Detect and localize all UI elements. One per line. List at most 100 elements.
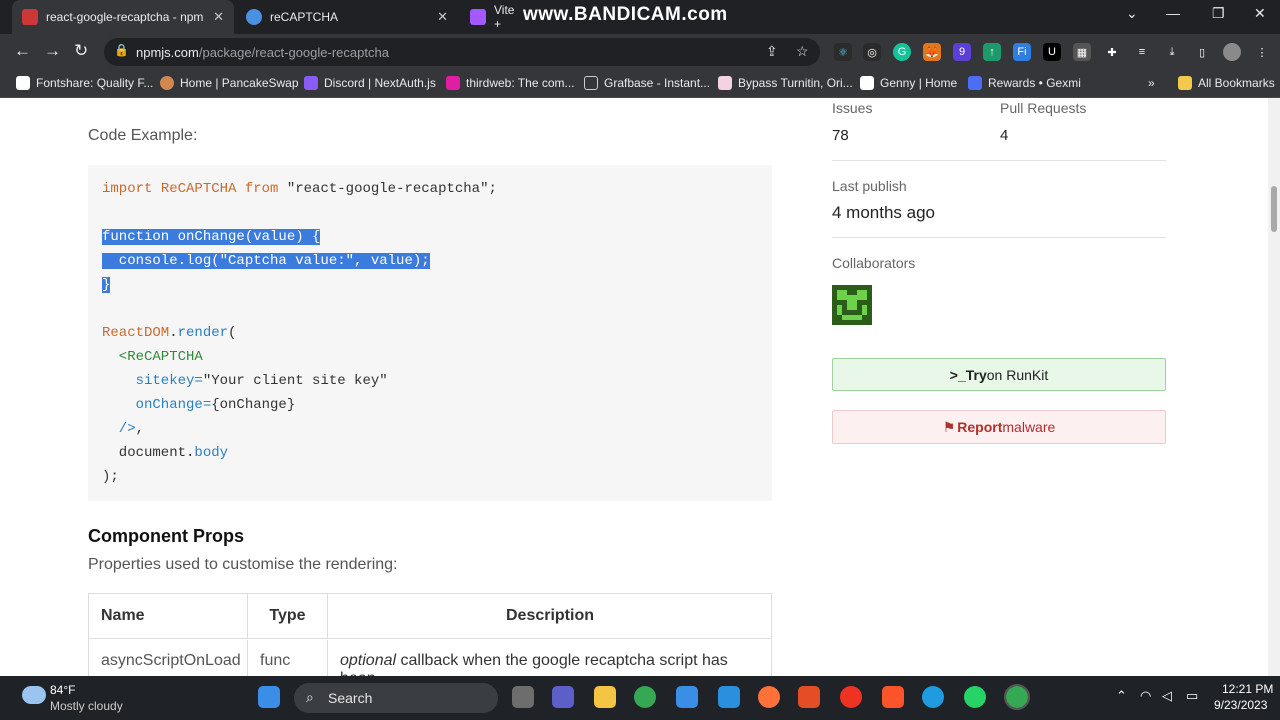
battery-icon[interactable]: ▭	[1186, 688, 1198, 704]
extension-fi-icon[interactable]: Fi	[1013, 43, 1031, 61]
address-toolbar: ← → ↻ 🔒 npmjs.com/package/react-google-r…	[0, 34, 1280, 70]
windows-start-icon[interactable]	[258, 686, 280, 708]
bookmark-gexmi[interactable]: Rewards • Gexmi	[968, 76, 1081, 90]
collaborators-label: Collaborators	[832, 255, 916, 271]
extension-grid-icon[interactable]: ▦	[1073, 43, 1091, 61]
back-icon[interactable]: ←	[14, 42, 31, 60]
tab-vite[interactable]: Vite +	[460, 0, 520, 34]
bookmark-genny[interactable]: Genny | Home	[860, 76, 957, 90]
bookmark-pancakeswap[interactable]: Home | PancakeSwap	[160, 76, 299, 90]
code-line: />,	[102, 421, 145, 437]
side-panel-icon[interactable]: ▯	[1193, 43, 1211, 61]
scrollbar-thumb[interactable]	[1271, 186, 1277, 232]
url-text: npmjs.com/package/react-google-recaptcha	[136, 45, 389, 60]
bookmark-nextauth[interactable]: Discord | NextAuth.js	[304, 76, 436, 90]
props-heading: Component Props	[88, 526, 244, 546]
menu-kebab-icon[interactable]: ⋮	[1253, 43, 1271, 61]
weather-desc[interactable]: Mostly cloudy	[50, 699, 123, 713]
share-icon[interactable]: ⇪	[766, 43, 778, 60]
tab-title: Vite +	[494, 3, 515, 31]
metamask-icon[interactable]: 🦊	[923, 43, 941, 61]
tab-npm[interactable]: react-google-recaptcha - npm ✕	[12, 0, 234, 34]
task-view-icon[interactable]	[512, 686, 534, 708]
volume-icon[interactable]: ◁	[1162, 688, 1172, 704]
try-on-runkit-button[interactable]: >_ Try on RunKit	[832, 358, 1166, 391]
code-line-selected: }	[102, 277, 111, 293]
tab-search-icon[interactable]: ⌄	[1126, 5, 1138, 22]
git-icon[interactable]	[798, 686, 820, 708]
pancakeswap-icon	[160, 76, 174, 90]
grammarly-icon[interactable]: G	[893, 43, 911, 61]
react-devtools-icon[interactable]: ⚛	[834, 43, 852, 61]
code-block: import ReCAPTCHA from "react-google-reca…	[88, 165, 772, 501]
weather-icon[interactable]	[22, 686, 46, 704]
reading-list-icon[interactable]: ≡	[1133, 43, 1151, 61]
bookmark-fontshare[interactable]: Fontshare: Quality F...	[16, 76, 153, 90]
collaborator-avatar[interactable]	[832, 285, 872, 325]
tab-title: react-google-recaptcha - npm	[46, 10, 204, 24]
browser-tab-bar: react-google-recaptcha - npm ✕ reCAPTCHA…	[0, 0, 1280, 34]
pull-requests-count[interactable]: 4	[1000, 127, 1008, 144]
search-label: Search	[328, 690, 373, 706]
clock-date[interactable]: 9/23/2023	[1214, 698, 1267, 712]
vscode-icon[interactable]	[718, 686, 740, 708]
wifi-icon[interactable]: ◠	[1140, 688, 1151, 704]
scrollbar[interactable]	[1268, 98, 1280, 676]
forward-icon[interactable]: →	[44, 42, 61, 60]
site-info-icon[interactable]: 🔒	[114, 43, 129, 57]
download-icon[interactable]: ⤓	[1163, 43, 1181, 61]
teams-icon[interactable]	[552, 686, 574, 708]
tab-recaptcha[interactable]: reCAPTCHA ✕	[236, 0, 458, 34]
brave-icon[interactable]	[882, 686, 904, 708]
extension-green-icon[interactable]: ↑	[983, 43, 1001, 61]
code-line: ReactDOM.render(	[102, 325, 237, 341]
chrome-active-icon[interactable]	[1004, 684, 1030, 710]
record-icon[interactable]	[840, 686, 862, 708]
extensions-puzzle-icon[interactable]: ✚	[1103, 43, 1121, 61]
file-explorer-icon[interactable]	[594, 686, 616, 708]
code-line-selected: console.log("Captcha value:", value);	[102, 253, 430, 269]
fontshare-icon	[16, 76, 30, 90]
bookmarks-overflow-icon[interactable]: »	[1148, 76, 1155, 90]
divider	[832, 237, 1166, 238]
profile-avatar-icon[interactable]	[1223, 43, 1241, 61]
identicon-icon	[837, 290, 867, 320]
taskbar-search[interactable]: ⌕ Search	[294, 683, 498, 713]
last-publish-value: 4 months ago	[832, 203, 936, 222]
last-publish-label: Last publish	[832, 178, 907, 194]
close-tab-icon[interactable]: ✕	[213, 9, 224, 25]
extension-circle-icon[interactable]: ◎	[863, 43, 881, 61]
tray-overflow-icon[interactable]: ⌃	[1116, 688, 1127, 704]
code-line: import ReCAPTCHA from "react-google-reca…	[102, 181, 497, 197]
whatsapp-icon[interactable]	[964, 686, 986, 708]
edge-icon[interactable]	[922, 686, 944, 708]
report-malware-button[interactable]: ⚑ Report malware	[832, 410, 1166, 444]
close-window-icon[interactable]: ✕	[1254, 5, 1266, 22]
chrome-icon[interactable]	[634, 686, 656, 708]
table-header-description: Description	[328, 594, 772, 639]
firefox-icon[interactable]	[758, 686, 780, 708]
folder-icon	[1178, 76, 1192, 90]
tab-title: reCAPTCHA	[270, 10, 339, 24]
pull-requests-label: Pull Requests	[1000, 100, 1087, 116]
all-bookmarks[interactable]: All Bookmarks	[1178, 76, 1275, 90]
extension-purple-icon[interactable]: 9	[953, 43, 971, 61]
bookmarks-bar: Fontshare: Quality F... Home | PancakeSw…	[0, 70, 1280, 98]
table-cell-type: func	[248, 640, 328, 676]
minimize-icon[interactable]: —	[1166, 5, 1180, 21]
close-tab-icon[interactable]: ✕	[437, 9, 448, 25]
store-icon[interactable]	[676, 686, 698, 708]
bandicam-watermark: www.BANDICAM.com	[523, 4, 728, 25]
bookmark-bypass[interactable]: Bypass Turnitin, Ori...	[718, 76, 853, 90]
url-bar[interactable]: 🔒 npmjs.com/package/react-google-recaptc…	[104, 38, 820, 66]
reload-icon[interactable]: ↻	[74, 42, 88, 60]
weather-temp[interactable]: 84°F	[50, 683, 75, 697]
bookmark-thirdweb[interactable]: thirdweb: The com...	[446, 76, 575, 90]
code-line: document.body	[102, 445, 229, 461]
extension-u-icon[interactable]: U	[1043, 43, 1061, 61]
bookmark-star-icon[interactable]: ☆	[796, 43, 809, 60]
clock-time[interactable]: 12:21 PM	[1222, 682, 1273, 696]
bookmark-grafbase[interactable]: Grafbase - Instant...	[584, 76, 710, 90]
issues-count[interactable]: 78	[832, 127, 849, 144]
maximize-icon[interactable]: ❐	[1212, 5, 1225, 22]
